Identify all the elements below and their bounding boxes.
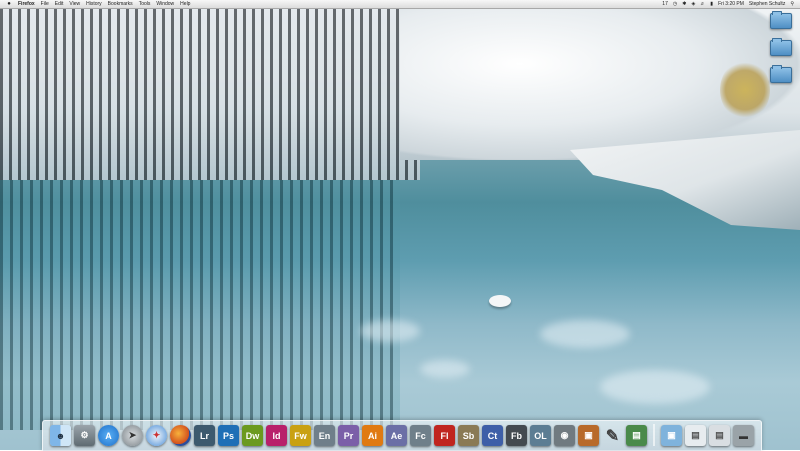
flash-builder-icon[interactable]: Fb <box>506 425 527 446</box>
finder-icon[interactable]: ☻ <box>50 425 71 446</box>
menu-help[interactable]: Help <box>180 0 190 8</box>
encore-icon[interactable]: En <box>314 425 335 446</box>
lightroom-icon[interactable]: Lr <box>194 425 215 446</box>
grapher-icon[interactable]: ▤ <box>626 425 647 446</box>
wifi-icon[interactable]: ◈ <box>691 0 695 8</box>
downloads-stack-icon[interactable]: ▤ <box>709 425 730 446</box>
snowy-forest-left <box>0 0 420 180</box>
menu-tools[interactable]: Tools <box>139 0 151 8</box>
tree-reflection <box>0 180 400 430</box>
dock-separator <box>653 424 655 446</box>
firefox-icon[interactable] <box>170 425 191 446</box>
presentation-icon[interactable]: ▣ <box>578 425 599 446</box>
cloud-reflection <box>420 360 470 378</box>
safari-icon[interactable]: ✦ <box>146 425 167 446</box>
cloud-reflection <box>360 320 420 342</box>
app-store-icon[interactable]: A <box>98 425 119 446</box>
menu-extra-count[interactable]: 17 <box>662 0 668 8</box>
cloud-reflection <box>540 320 630 348</box>
battery-icon[interactable]: ▮ <box>710 0 713 8</box>
menu-clock[interactable]: Fri 3:20 PM <box>718 0 744 8</box>
menu-bar: ● Firefox File Edit View History Bookmar… <box>0 0 800 9</box>
photoshop-icon[interactable]: Ps <box>218 425 239 446</box>
folder-icon[interactable] <box>770 11 792 29</box>
folder-icon[interactable] <box>770 65 792 83</box>
applications-folder-icon[interactable]: ▣ <box>661 425 682 446</box>
launchpad-icon[interactable]: ➤ <box>122 425 143 446</box>
soundbooth-icon[interactable]: Sb <box>458 425 479 446</box>
after-effects-icon[interactable]: Ae <box>386 425 407 446</box>
documents-stack-icon[interactable]: ▤ <box>685 425 706 446</box>
menu-view[interactable]: View <box>69 0 80 8</box>
onlocation-icon[interactable]: OL <box>530 425 551 446</box>
dreamweaver-icon[interactable]: Dw <box>242 425 263 446</box>
volume-icon[interactable]: ♬ <box>700 0 705 8</box>
bluetooth-icon[interactable]: ✱ <box>682 0 686 8</box>
snow-rock <box>489 295 511 307</box>
menu-app-name[interactable]: Firefox <box>18 0 35 8</box>
flash-catalyst-icon[interactable]: Fc <box>410 425 431 446</box>
disk-utility-icon[interactable]: ◉ <box>554 425 575 446</box>
apple-menu-icon[interactable]: ● <box>6 0 12 8</box>
desktop-wallpaper <box>0 0 800 450</box>
menu-extras: 17 ◷ ✱ ◈ ♬ ▮ Fri 3:20 PM Stephen Schultz… <box>662 0 794 8</box>
flash-icon[interactable]: Fl <box>434 425 455 446</box>
fireworks-icon[interactable]: Fw <box>290 425 311 446</box>
contribute-icon[interactable]: Ct <box>482 425 503 446</box>
script-editor-icon[interactable]: ✎ <box>602 425 623 446</box>
menu-window[interactable]: Window <box>156 0 174 8</box>
autumn-tree <box>720 60 770 120</box>
dock-items: ☻ ⚙ A ➤ ✦ Lr Ps Dw Id Fw En Pr Ai Ae Fc … <box>50 420 754 446</box>
cloud-reflection <box>600 370 710 404</box>
illustrator-icon[interactable]: Ai <box>362 425 383 446</box>
system-preferences-icon[interactable]: ⚙ <box>74 425 95 446</box>
time-machine-icon[interactable]: ◷ <box>673 0 677 8</box>
menu-bookmarks[interactable]: Bookmarks <box>108 0 133 8</box>
premiere-icon[interactable]: Pr <box>338 425 359 446</box>
menu-edit[interactable]: Edit <box>55 0 64 8</box>
trash-icon[interactable]: ▬ <box>733 425 754 446</box>
folder-icon[interactable] <box>770 38 792 56</box>
indesign-icon[interactable]: Id <box>266 425 287 446</box>
spotlight-icon[interactable]: ⚲ <box>790 0 794 8</box>
menu-history[interactable]: History <box>86 0 102 8</box>
menu-file[interactable]: File <box>41 0 49 8</box>
menu-user-name[interactable]: Stephen Schultz <box>749 0 785 8</box>
